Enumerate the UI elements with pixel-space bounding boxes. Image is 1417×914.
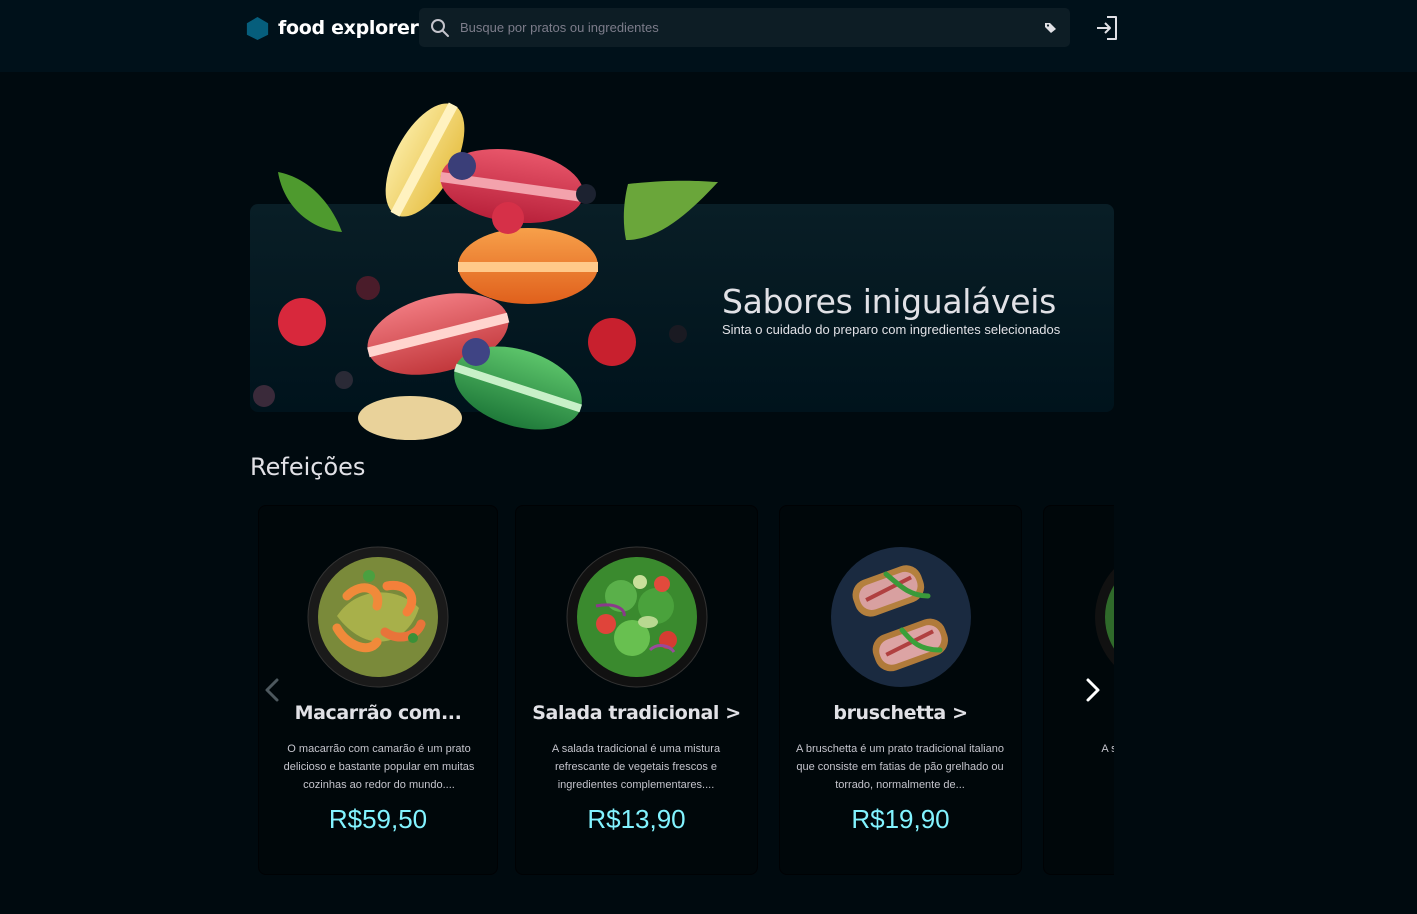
dish-name[interactable]: bruschetta >: [780, 702, 1021, 724]
search-icon: [431, 19, 449, 37]
dish-price: R$19,90: [851, 804, 950, 834]
salad-image: [1094, 568, 1114, 666]
section-title: Refeições: [250, 453, 366, 481]
dish-description: A bruschetta é um prato tradicional ital…: [796, 743, 1004, 791]
tag-icon[interactable]: [1044, 21, 1058, 34]
banner-title: Sabores inigualáveis: [722, 282, 1057, 321]
dish-card[interactable]: Macarrão com... O macarrão com camarão é…: [258, 505, 498, 875]
chevron-right-icon[interactable]: [1080, 676, 1106, 704]
brand-name: food explorer: [278, 17, 419, 39]
shrimp-pasta-image: [307, 546, 449, 688]
dish-name[interactable]: sal: [1044, 702, 1114, 724]
banner-subtitle: Sinta o cuidado do preparo com ingredien…: [722, 322, 1061, 337]
salad-image: [566, 546, 707, 688]
dish-card[interactable]: bruschetta > A bruschetta é um prato tra…: [779, 505, 1022, 875]
bruschetta-image: [830, 547, 971, 687]
dish-name[interactable]: Salada tradicional >: [516, 702, 757, 724]
dish-card[interactable]: Salada tradicional > A salada tradiciona…: [515, 505, 758, 875]
dish-description: A salada tradicional é uma mistura refre…: [551, 743, 721, 791]
hexagon-logo-icon: [246, 16, 269, 40]
logo[interactable]: food explorer: [246, 15, 419, 41]
search-bar[interactable]: [419, 8, 1070, 47]
dish-name[interactable]: Macarrão com...: [259, 702, 497, 724]
chevron-left-icon[interactable]: [260, 676, 286, 704]
dish-price: R$59,50: [328, 804, 428, 834]
sign-out-icon[interactable]: [1095, 15, 1119, 41]
search-input[interactable]: [460, 8, 1030, 47]
macarons-illustration: [253, 102, 718, 440]
dish-description: A salada C popular alface: [1101, 743, 1114, 755]
dish-description: O macarrão com camarão é um prato delici…: [283, 743, 475, 791]
dish-carousel: Macarrão com... O macarrão com camarão é…: [250, 505, 1114, 877]
dish-price: R$13,90: [587, 804, 686, 834]
